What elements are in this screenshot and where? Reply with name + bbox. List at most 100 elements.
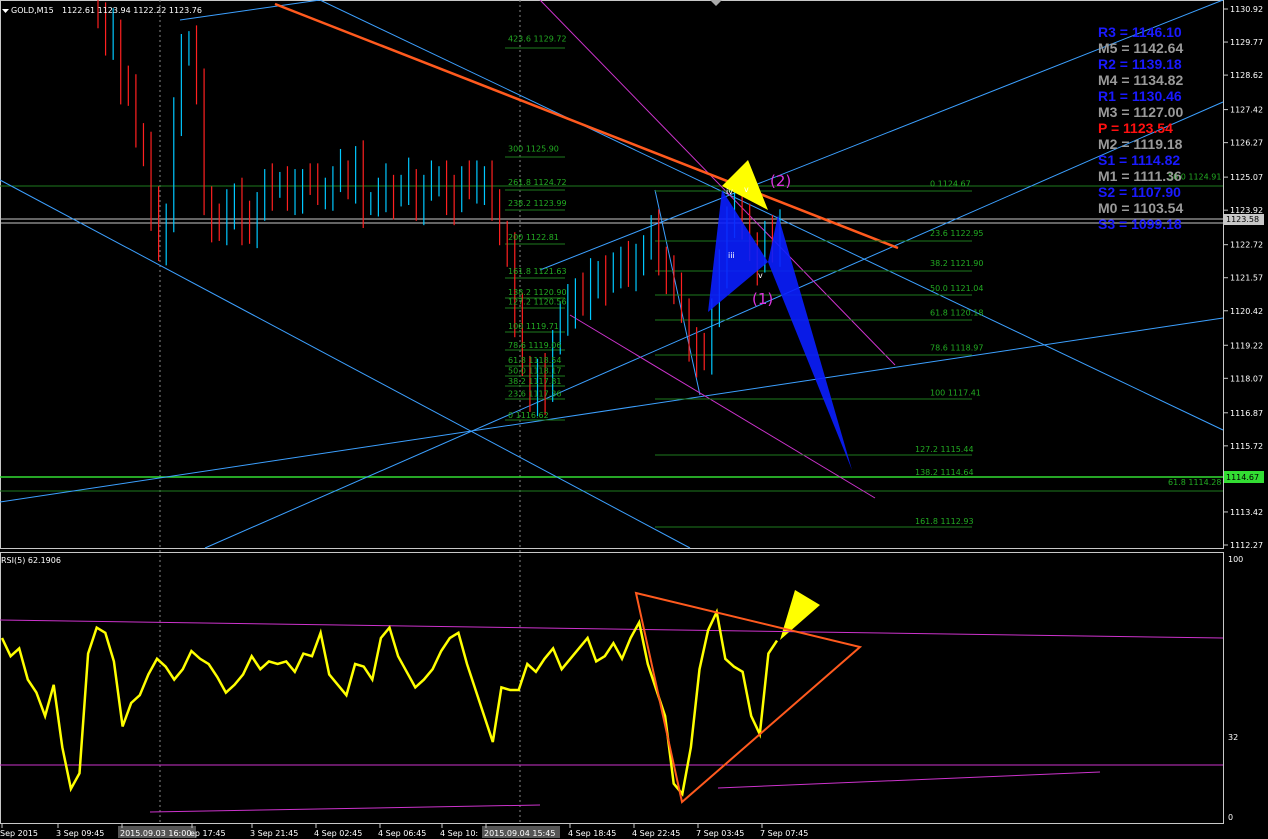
fib-label: 100 1117.41 bbox=[930, 388, 981, 397]
rsi-header: RSI(5) 62.1906 bbox=[1, 556, 61, 565]
fib-label: 61.8 1120.18 bbox=[930, 309, 983, 318]
time-tick-label: 4 Sep 22:45 bbox=[632, 829, 680, 838]
price-tick-label: 1116.87 bbox=[1230, 409, 1263, 418]
svg-text:32: 32 bbox=[1228, 733, 1238, 742]
pivot-label: M1 = 1111.36 bbox=[1098, 168, 1182, 184]
ohlc-label: 1122.61 1123.94 1122.22 1123.76 bbox=[62, 6, 202, 15]
time-tick-label: 4 Sep 10: bbox=[440, 829, 478, 838]
time-tick-label: 4 Sep 06:45 bbox=[378, 829, 426, 838]
fib-label: 300 1125.90 bbox=[508, 144, 559, 153]
price-tick-label: 1115.72 bbox=[1230, 442, 1263, 451]
fib-label: 50.0 1121.04 bbox=[930, 284, 983, 293]
current-price-tag: 1123.58 bbox=[1224, 214, 1264, 225]
svg-text:1123.58: 1123.58 bbox=[1226, 215, 1259, 224]
time-tick-label: 4 Sep 02:45 bbox=[314, 829, 362, 838]
time-tick-label: 7 Sep 03:45 bbox=[696, 829, 744, 838]
svg-text:0: 0 bbox=[1228, 813, 1233, 822]
price-tick-label: 1129.77 bbox=[1230, 38, 1263, 47]
price-tick-label: 1119.22 bbox=[1230, 341, 1263, 350]
price-tick-label: 1123.92 bbox=[1230, 206, 1263, 215]
rsi-plot-frame bbox=[0, 552, 1224, 824]
price-axis: 1130.92 1129.77 1128.62 1127.42 1126.27 1125.… bbox=[1224, 5, 1263, 550]
symbol-label: GOLD,M15 bbox=[11, 6, 54, 15]
time-tick-label: 3 Sep 09:45 bbox=[56, 829, 104, 838]
price-tick-label: 1122.72 bbox=[1230, 241, 1263, 250]
harmonic-pattern-right bbox=[768, 215, 852, 470]
fib-label: 23.6 1122.95 bbox=[930, 229, 983, 238]
fib-label: 161.8 1112.93 bbox=[915, 517, 974, 526]
price-tick-label: 1130.92 bbox=[1230, 5, 1263, 14]
time-tick-label: 2015.09.03 16:00 bbox=[120, 829, 191, 838]
price-tick-label: 1125.07 bbox=[1230, 173, 1263, 182]
fib-left-labels: 423.6 1129.72 300 1125.90 261.8 1124.72 238… bbox=[508, 34, 567, 419]
pivot-label: R1 = 1130.46 bbox=[1098, 88, 1182, 104]
price-tick-label: 1127.42 bbox=[1230, 106, 1263, 115]
fib-label: 261.8 1124.72 bbox=[508, 178, 567, 187]
time-tick-label: 4 Sep 18:45 bbox=[568, 829, 616, 838]
rsi-magenta-line bbox=[0, 619, 1224, 639]
fib-label: 23.6 1117.36 bbox=[508, 390, 561, 399]
pivot-levels: R3 = 1146.10M5 = 1142.64R2 = 1139.18M4 =… bbox=[1098, 24, 1183, 232]
pivot-label: M2 = 1119.18 bbox=[1098, 136, 1183, 152]
pivot-label: M0 = 1103.54 bbox=[1098, 200, 1183, 216]
fib-label: 100 1119.71 bbox=[508, 322, 559, 331]
fib-label: 50.0 1118.17 bbox=[508, 366, 561, 375]
fib-label: 38.2 1117.81 bbox=[508, 377, 561, 386]
rsi-axis: 100 32 0 bbox=[1228, 555, 1243, 822]
wave-label: iv bbox=[726, 187, 733, 196]
wave-label: (2) bbox=[770, 172, 791, 190]
wave-label: iii bbox=[728, 251, 735, 260]
fib-label: 78.6 1118.97 bbox=[930, 343, 983, 352]
pivot-label: P = 1123.54 bbox=[1098, 120, 1173, 136]
fib-label: 138.2 1120.90 bbox=[508, 288, 567, 297]
main-plot-frame bbox=[0, 0, 1224, 549]
time-tick-label: ep 17:45 bbox=[190, 829, 226, 838]
rsi-magenta-line bbox=[149, 804, 541, 813]
pivot-label: M5 = 1142.64 bbox=[1098, 40, 1183, 56]
price-tick-label: 1120.42 bbox=[1230, 307, 1263, 316]
fib-label: 78.6 1119.06 bbox=[508, 341, 561, 350]
price-tick-label: 1126.27 bbox=[1230, 139, 1263, 148]
wave-label: v bbox=[758, 271, 763, 280]
fib-label: 0 1116.62 bbox=[508, 411, 549, 420]
price-tick-label: 1121.57 bbox=[1230, 274, 1263, 283]
fib-label: 61.8 1118.54 bbox=[508, 356, 561, 365]
time-tick-label: 7 Sep 07:45 bbox=[760, 829, 808, 838]
pivot-label: M4 = 1134.82 bbox=[1098, 72, 1183, 88]
fib-label: 161.8 1121.63 bbox=[508, 267, 567, 276]
pivot-label: S3 = 1099.18 bbox=[1098, 216, 1182, 232]
price-tick-label: 1112.27 bbox=[1230, 541, 1263, 550]
fib-label: 423.6 1129.72 bbox=[508, 34, 567, 43]
pivot-label: S1 = 1114.82 bbox=[1098, 152, 1180, 168]
fib-label: 200 1122.81 bbox=[508, 233, 559, 242]
chart-header: GOLD,M15 1122.61 1123.94 1122.22 1123.76 bbox=[2, 6, 202, 15]
fib-label: 138.2 1114.64 bbox=[915, 468, 974, 477]
pivot-label: M3 = 1127.00 bbox=[1098, 104, 1183, 120]
fib-label: 38.2 1121.90 bbox=[930, 259, 983, 268]
rsi-magenta-line bbox=[717, 771, 1101, 789]
pivot-label: R3 = 1146.10 bbox=[1098, 24, 1182, 40]
wave-label: v bbox=[744, 185, 749, 194]
chart-canvas[interactable]: (2) (1) iii iv v v 423.6 1129.72 300 1125… bbox=[0, 0, 1268, 839]
pivot-label: R2 = 1139.18 bbox=[1098, 56, 1182, 72]
price-tick-label: 1113.42 bbox=[1230, 508, 1263, 517]
fib-label: 127.2 1120.56 bbox=[508, 298, 567, 307]
scroll-marker-icon[interactable] bbox=[710, 0, 722, 6]
price-tick-label: 1118.07 bbox=[1230, 374, 1263, 383]
time-tick-label: Sep 2015 bbox=[0, 829, 38, 838]
orange-trendline bbox=[274, 2, 899, 250]
fib-label: 0 1124.67 bbox=[930, 180, 971, 189]
fib-label: 238.2 1123.99 bbox=[508, 199, 567, 208]
time-tick-label: 2015.09.04 15:45 bbox=[484, 829, 555, 838]
time-axis: Sep 2015 3 Sep 09:45 2015.09.03 16:00ep 17… bbox=[0, 824, 808, 838]
time-tick-label: 3 Sep 21:45 bbox=[250, 829, 298, 838]
svg-text:1114.67: 1114.67 bbox=[1226, 473, 1259, 482]
svg-text:100: 100 bbox=[1228, 555, 1243, 564]
price-candles bbox=[97, 0, 781, 417]
price-tick-label: 1128.62 bbox=[1230, 71, 1263, 80]
pivot-label: S2 = 1107.90 bbox=[1098, 184, 1181, 200]
wave-label: (1) bbox=[752, 290, 773, 308]
marked-price-tag: 1114.67 bbox=[1224, 471, 1264, 483]
fib-label: 127.2 1115.44 bbox=[915, 445, 974, 454]
fib-label: 61.8 1114.28 bbox=[1168, 478, 1221, 487]
